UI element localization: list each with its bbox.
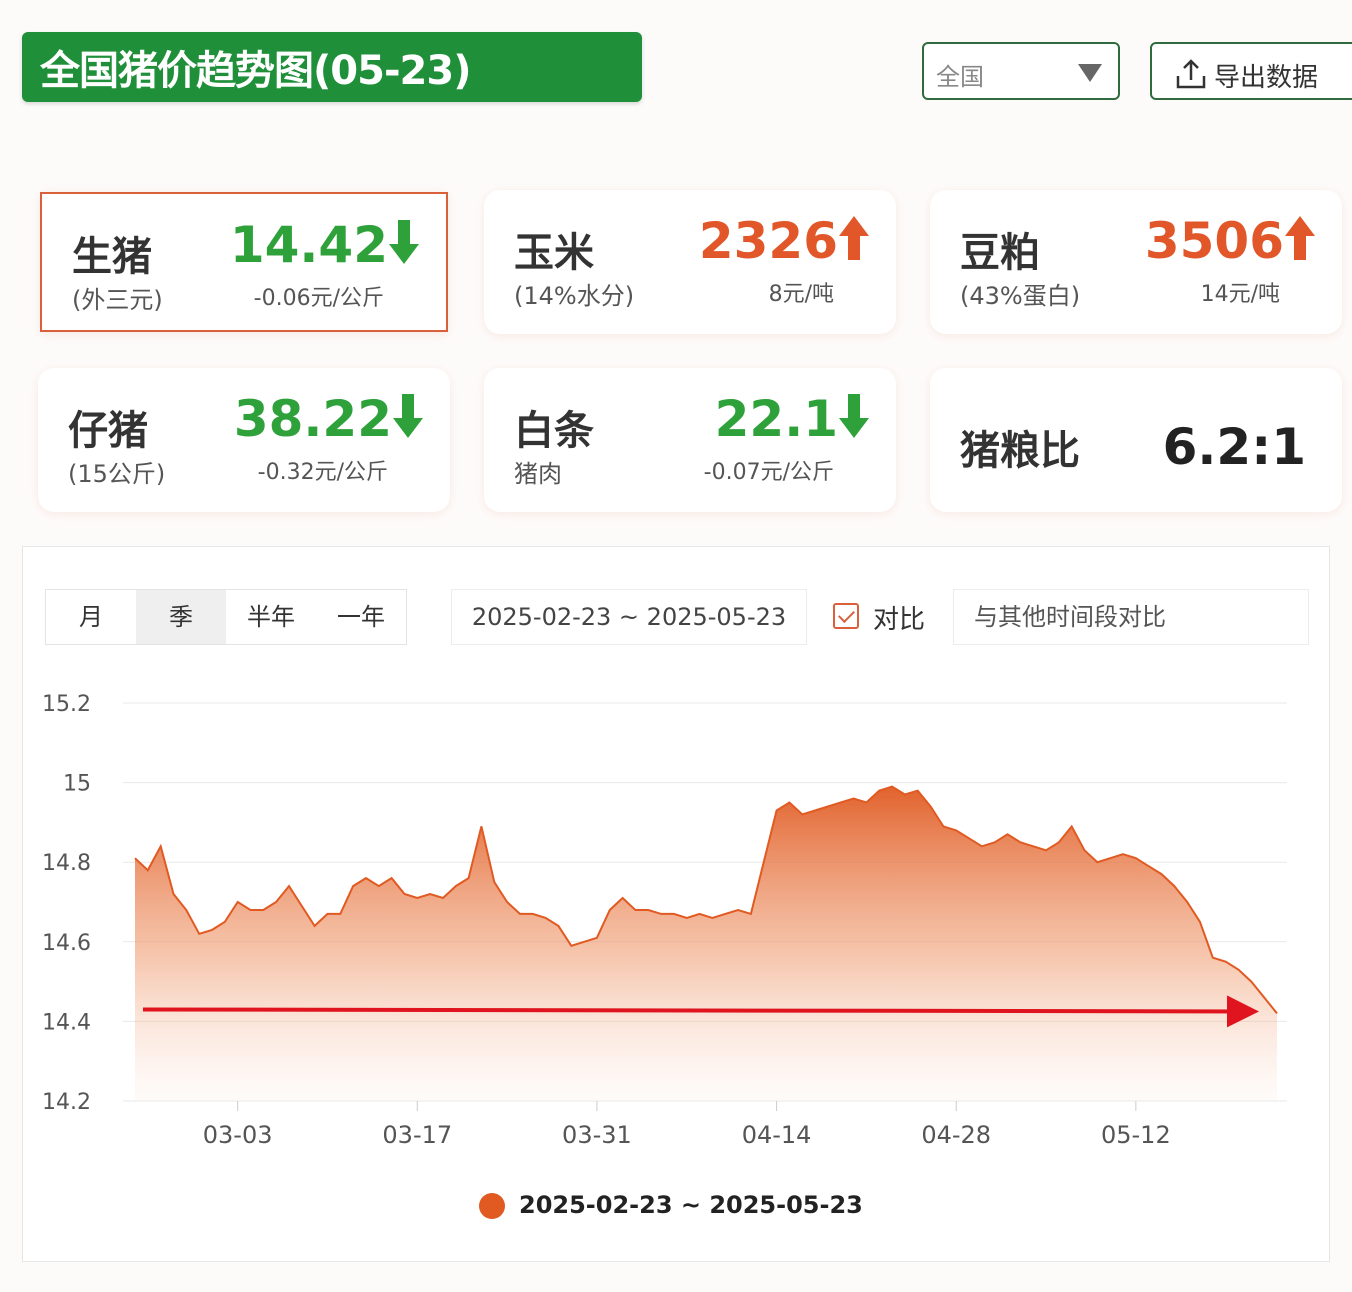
card-name: 白条 <box>514 408 594 454</box>
price-chart: 15.2 15 14.8 14.6 14.4 14.2 03-03 03-17 03-31 04-… <box>42 692 1287 1149</box>
card-sub: (43%蛋白) <box>960 282 1081 310</box>
card-price: 14.42 <box>229 216 388 274</box>
region-select-value: 全国 <box>936 63 984 91</box>
card-price: 38.22 <box>233 390 392 448</box>
x-tick-label: 03-31 <box>562 1121 632 1149</box>
page-title: 全国猪价趋势图(05-23) <box>40 48 471 94</box>
y-tick-label: 15.2 <box>42 692 91 717</box>
y-tick-label: 14.4 <box>42 1010 91 1035</box>
page-title-banner: 全国猪价趋势图(05-23) <box>22 32 642 102</box>
x-tick-label: 03-17 <box>382 1121 452 1149</box>
card-change: -0.06元/公斤 <box>253 286 384 311</box>
card-live-hog[interactable]: 生猪 (外三元) 14.42 -0.06元/公斤 <box>40 192 448 332</box>
y-tick-label: 15 <box>63 772 91 797</box>
legend-marker <box>479 1193 505 1219</box>
card-name: 猪粮比 <box>960 428 1080 474</box>
upload-icon <box>1176 59 1206 89</box>
card-change: 14元/吨 <box>1200 282 1280 307</box>
annotation-arrow <box>142 995 1259 1028</box>
card-ratio: 6.2:1 <box>1162 418 1306 476</box>
card-name: 生猪 <box>72 234 152 280</box>
card-change: 8元/吨 <box>768 282 834 307</box>
card-soymeal[interactable]: 豆粕 (43%蛋白) 3506 14元/吨 <box>930 190 1342 334</box>
chevron-down-icon <box>1078 64 1102 82</box>
card-name: 仔猪 <box>68 408 148 454</box>
legend-label: 2025-02-23 ~ 2025-05-23 <box>519 1191 863 1219</box>
y-tick-label: 14.8 <box>42 851 91 876</box>
card-name: 玉米 <box>514 230 594 276</box>
arrow-up-icon <box>839 216 869 260</box>
card-price: 3506 <box>1144 212 1284 270</box>
chart-panel: 月 季 半年 一年 2025-02-23 ~ 2025-05-23 对比 与其他… <box>22 546 1330 1262</box>
export-data-button[interactable]: 导出数据 <box>1150 42 1352 100</box>
region-select[interactable]: 全国 <box>922 42 1120 100</box>
x-tick-label: 05-12 <box>1101 1121 1171 1149</box>
card-change: -0.07元/公斤 <box>703 460 834 485</box>
arrow-down-icon <box>393 394 423 438</box>
export-data-label: 导出数据 <box>1214 63 1319 93</box>
card-piglet[interactable]: 仔猪 (15公斤) 38.22 -0.32元/公斤 <box>38 368 450 512</box>
y-tick-label: 14.2 <box>42 1090 91 1115</box>
x-tick-label: 03-03 <box>203 1121 273 1149</box>
series-area <box>135 786 1277 1101</box>
card-sub: (15公斤) <box>68 460 166 488</box>
card-change: -0.32元/公斤 <box>257 460 388 485</box>
arrow-down-icon <box>389 220 419 264</box>
x-tick-label: 04-28 <box>921 1121 991 1149</box>
card-sub: 猪肉 <box>514 460 562 488</box>
arrow-up-icon <box>1285 216 1315 260</box>
card-price: 22.1 <box>714 390 838 448</box>
x-tick-label: 04-14 <box>742 1121 812 1149</box>
card-carcass-pork[interactable]: 白条 猪肉 22.1 -0.07元/公斤 <box>484 368 896 512</box>
card-hog-grain-ratio[interactable]: 猪粮比 6.2:1 <box>930 368 1342 512</box>
card-price: 2326 <box>698 212 838 270</box>
card-name: 豆粕 <box>960 230 1040 276</box>
card-sub: (外三元) <box>72 286 163 314</box>
card-corn[interactable]: 玉米 (14%水分) 2326 8元/吨 <box>484 190 896 334</box>
card-sub: (14%水分) <box>514 282 635 310</box>
y-tick-label: 14.6 <box>42 931 91 956</box>
arrow-down-icon <box>839 394 869 438</box>
